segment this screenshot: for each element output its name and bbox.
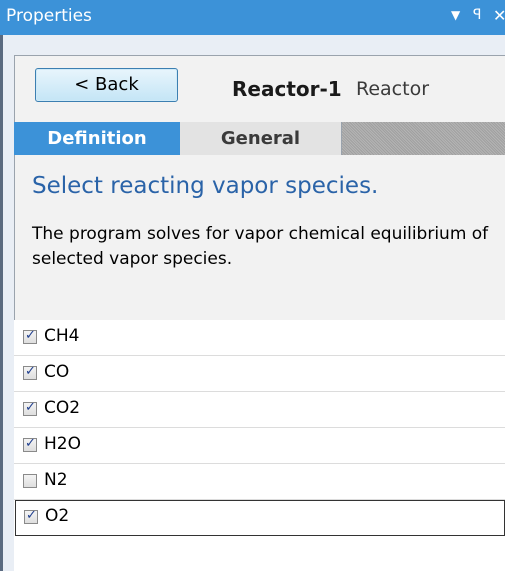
checkmark-icon: ✓ xyxy=(25,364,36,379)
window-gutter xyxy=(3,35,14,571)
section-description: The program solves for vapor chemical eq… xyxy=(32,224,489,269)
species-label: CO2 xyxy=(44,398,81,418)
checkmark-icon: ✓ xyxy=(25,436,36,451)
window-title: Properties xyxy=(6,6,92,26)
close-icon[interactable]: ✕ xyxy=(493,6,505,25)
section-heading: Select reacting vapor species. xyxy=(32,173,379,199)
object-type: Reactor xyxy=(356,78,430,100)
tab-definition[interactable]: Definition xyxy=(14,122,180,155)
species-row-co[interactable]: ✓ CO xyxy=(14,356,505,392)
pin-icon[interactable]: ꟼ xyxy=(473,7,481,23)
species-checkbox-co2[interactable]: ✓ xyxy=(23,400,37,416)
species-row-ch4[interactable]: ✓ CH4 xyxy=(14,320,505,356)
species-checkbox-n2[interactable] xyxy=(23,474,37,488)
toolbar-band xyxy=(3,35,505,55)
species-label: N2 xyxy=(44,470,68,490)
tab-general[interactable]: General xyxy=(180,122,342,155)
object-name: Reactor-1 xyxy=(232,77,342,101)
window-menu-icon[interactable]: ▼ xyxy=(451,8,460,22)
species-row-h2o[interactable]: ✓ H2O xyxy=(14,428,505,464)
checkmark-icon: ✓ xyxy=(25,400,36,415)
checkmark-icon: ✓ xyxy=(26,508,37,523)
species-checkbox-ch4[interactable]: ✓ xyxy=(23,328,37,344)
species-row-n2[interactable]: N2 xyxy=(14,464,505,500)
species-label: H2O xyxy=(44,434,81,454)
species-checkbox-h2o[interactable]: ✓ xyxy=(23,436,37,452)
species-label: O2 xyxy=(45,506,70,526)
species-label: CH4 xyxy=(44,326,80,346)
species-label: CO xyxy=(44,362,70,382)
species-row-co2[interactable]: ✓ CO2 xyxy=(14,392,505,428)
back-button[interactable]: < Back xyxy=(35,68,178,102)
species-checkbox-o2[interactable]: ✓ xyxy=(24,508,38,524)
species-checkbox-co[interactable]: ✓ xyxy=(23,364,37,380)
title-bar: Properties ▼ ꟼ ✕ xyxy=(0,0,505,35)
checkmark-icon: ✓ xyxy=(25,328,36,343)
species-row-o2[interactable]: ✓ O2 xyxy=(15,500,505,536)
